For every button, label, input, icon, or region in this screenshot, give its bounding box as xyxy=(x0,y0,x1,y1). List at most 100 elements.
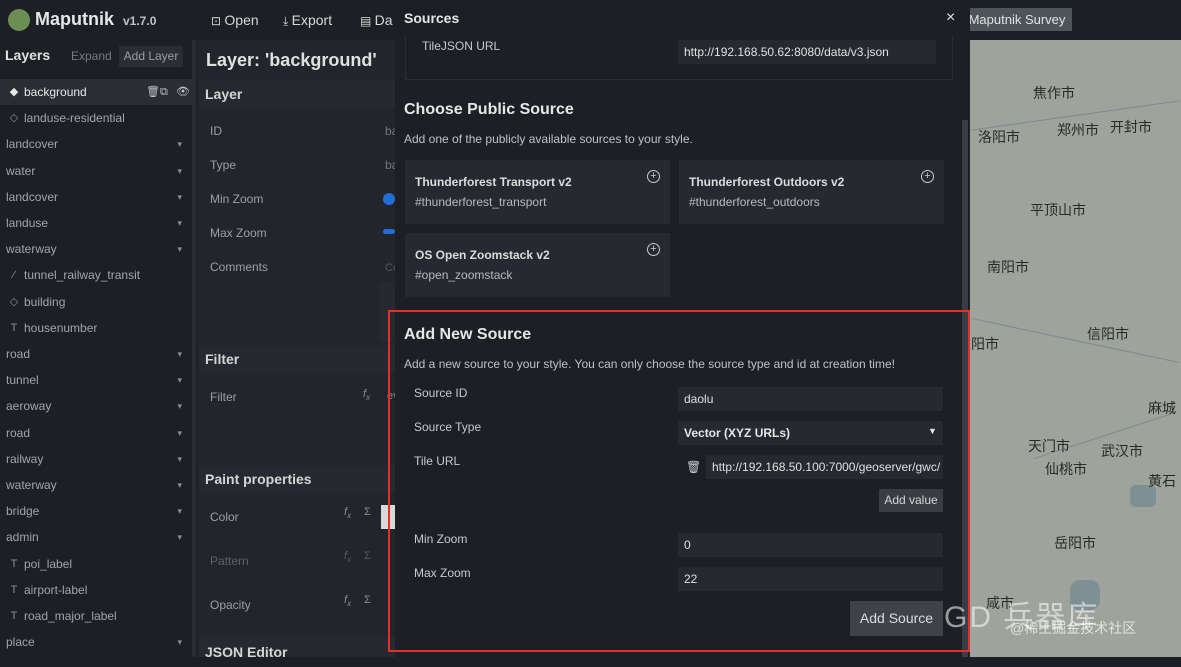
min-zoom-label: Min Zoom xyxy=(210,192,264,206)
layer-label: landuse-residential xyxy=(24,111,125,126)
data-sources-button[interactable]: ▤ Da xyxy=(360,12,393,28)
layer-item[interactable]: Thousenumber xyxy=(0,315,192,341)
add-circle-icon[interactable]: + xyxy=(647,170,660,183)
layer-label: road xyxy=(6,347,31,361)
chevron-down-icon[interactable]: ▾ xyxy=(177,472,182,498)
chevron-down-icon[interactable]: ▾ xyxy=(177,210,182,236)
layer-group[interactable]: water ▾ xyxy=(0,158,192,184)
layer-label: housenumber xyxy=(24,320,98,335)
public-source-card[interactable]: Thunderforest Outdoors v2 #thunderforest… xyxy=(679,160,944,224)
min-zoom-slider-handle[interactable] xyxy=(383,193,395,205)
layer-group[interactable]: bridge ▾ xyxy=(0,498,192,524)
add-layer-button[interactable]: Add Layer xyxy=(119,46,183,67)
layer-group[interactable]: place ▾ xyxy=(0,629,192,655)
pattern-expression-icon[interactable]: fx xyxy=(344,550,351,564)
open-button[interactable]: ⊡ Open xyxy=(211,12,259,28)
layer-item[interactable]: ◇ building xyxy=(0,289,192,315)
layer-label: water xyxy=(6,163,36,178)
layer-group[interactable]: road ▾ xyxy=(0,420,192,446)
layer-group[interactable]: landuse ▾ xyxy=(0,210,192,236)
layer-label: building xyxy=(24,294,66,309)
layer-label: aeroway xyxy=(6,399,52,414)
layer-item[interactable]: Troad_major_label xyxy=(0,603,192,629)
chevron-down-icon[interactable]: ▾ xyxy=(177,158,182,184)
eye-icon[interactable]: 👁 xyxy=(176,79,190,105)
download-icon: ⤓ xyxy=(283,14,292,28)
layer-label: airport-label xyxy=(24,582,88,597)
diamond-outline-icon: ◇ xyxy=(9,112,19,125)
layer-item[interactable]: ⁄ tunnel_railway_transit xyxy=(0,262,192,288)
filter-label: Filter xyxy=(210,390,237,404)
add-circle-icon[interactable]: + xyxy=(647,243,660,256)
public-source-card[interactable]: OS Open Zoomstack v2 #open_zoomstack + xyxy=(405,233,670,297)
max-zoom-slider[interactable] xyxy=(383,229,395,234)
chevron-down-icon[interactable]: ▾ xyxy=(177,524,182,550)
opacity-data-function-icon[interactable]: Σ xyxy=(364,594,371,606)
layer-label: waterway xyxy=(6,478,57,492)
tilejson-url-input[interactable]: http://192.168.50.62:8080/data/v3.json xyxy=(678,40,936,64)
layer-item[interactable]: Tairport-label xyxy=(0,577,192,603)
expand-button[interactable]: Expand xyxy=(71,49,112,63)
layer-group[interactable]: road ▾ xyxy=(0,341,192,367)
public-source-id: #open_zoomstack xyxy=(415,268,513,282)
pattern-data-function-icon[interactable]: Σ xyxy=(364,550,371,562)
sources-modal-title: Sources xyxy=(404,10,460,26)
layer-label: landcover xyxy=(6,137,59,152)
opacity-expression-icon[interactable]: fx xyxy=(344,594,351,608)
paint-section-header[interactable]: Paint properties xyxy=(199,465,395,493)
layer-list-scrollbar[interactable] xyxy=(192,40,196,657)
close-icon[interactable]: × xyxy=(946,9,955,27)
filter-section-header[interactable]: Filter xyxy=(199,345,395,373)
color-expression-icon[interactable]: fx xyxy=(344,506,351,520)
map-label: 南阳市 xyxy=(987,259,1029,275)
layer-group[interactable]: aeroway ▾ xyxy=(0,393,192,419)
pattern-label: Pattern xyxy=(210,554,249,568)
chevron-down-icon[interactable]: ▾ xyxy=(177,393,182,419)
layer-group[interactable]: railway ▾ xyxy=(0,446,192,472)
app-name: Maputnik xyxy=(35,9,114,29)
filter-section-label: Filter xyxy=(205,351,240,367)
public-source-title: Thunderforest Transport v2 xyxy=(415,175,572,189)
line-icon: ⁄ xyxy=(13,269,15,282)
map-label: 开封市 xyxy=(1110,119,1152,135)
layer-group[interactable]: tunnel ▾ xyxy=(0,367,192,393)
layer-item[interactable]: ◇ landuse-residential xyxy=(0,105,192,131)
layer-group[interactable]: waterway ▾ xyxy=(0,472,192,498)
type-label: Type xyxy=(210,158,237,172)
chevron-down-icon[interactable]: ▾ xyxy=(177,629,182,655)
data-sources-label: Da xyxy=(374,12,393,28)
chevron-down-icon[interactable]: ▾ xyxy=(177,131,182,157)
chevron-down-icon[interactable]: ▾ xyxy=(177,236,182,262)
json-editor-section-header[interactable]: JSON Editor xyxy=(199,637,395,660)
chevron-down-icon[interactable]: ▾ xyxy=(177,184,182,210)
layer-group[interactable]: waterway ▾ xyxy=(0,236,192,262)
map-view[interactable]: 焦作市 洛阳市 郑州市 开封市 平顶山市 南阳市 信阳市 阳市 麻城 天门市 武… xyxy=(970,40,1181,657)
layer-item[interactable]: ◆ background 🗑 ⧉ 👁 xyxy=(0,79,192,105)
watermark-text: @稀土掘金技术社区 xyxy=(1010,620,1137,636)
filter-expression-icon[interactable]: fx xyxy=(363,388,370,402)
layer-group[interactable]: landcover ▾ xyxy=(0,131,192,157)
add-circle-icon[interactable]: + xyxy=(921,170,934,183)
export-button[interactable]: ⤓ Export xyxy=(283,12,332,29)
chevron-down-icon[interactable]: ▾ xyxy=(177,446,182,472)
layer-group[interactable]: landcover ▾ xyxy=(0,184,192,210)
chevron-down-icon[interactable]: ▾ xyxy=(177,341,182,367)
survey-button[interactable]: Maputnik Survey xyxy=(962,8,1072,31)
layer-section-header[interactable]: Layer xyxy=(199,80,395,108)
open-label: Open xyxy=(224,12,259,28)
map-label: 平顶山市 xyxy=(1030,202,1086,218)
layer-item[interactable]: Tpoi_label xyxy=(0,551,192,577)
public-source-card[interactable]: Thunderforest Transport v2 #thunderfores… xyxy=(405,160,670,224)
chevron-down-icon[interactable]: ▾ xyxy=(177,367,182,393)
map-label: 麻城 xyxy=(1148,400,1176,416)
public-source-description: Add one of the publicly available source… xyxy=(404,132,693,146)
chevron-down-icon[interactable]: ▾ xyxy=(177,420,182,446)
text-icon: T xyxy=(10,610,18,622)
layer-group[interactable]: admin ▾ xyxy=(0,524,192,550)
trash-icon[interactable]: 🗑 xyxy=(146,79,160,105)
chevron-down-icon[interactable]: ▾ xyxy=(177,498,182,524)
copy-icon[interactable]: ⧉ xyxy=(160,79,168,105)
color-data-function-icon[interactable]: Σ xyxy=(364,506,371,518)
highlight-annotation-box xyxy=(388,310,970,652)
layer-label: admin xyxy=(6,530,39,545)
